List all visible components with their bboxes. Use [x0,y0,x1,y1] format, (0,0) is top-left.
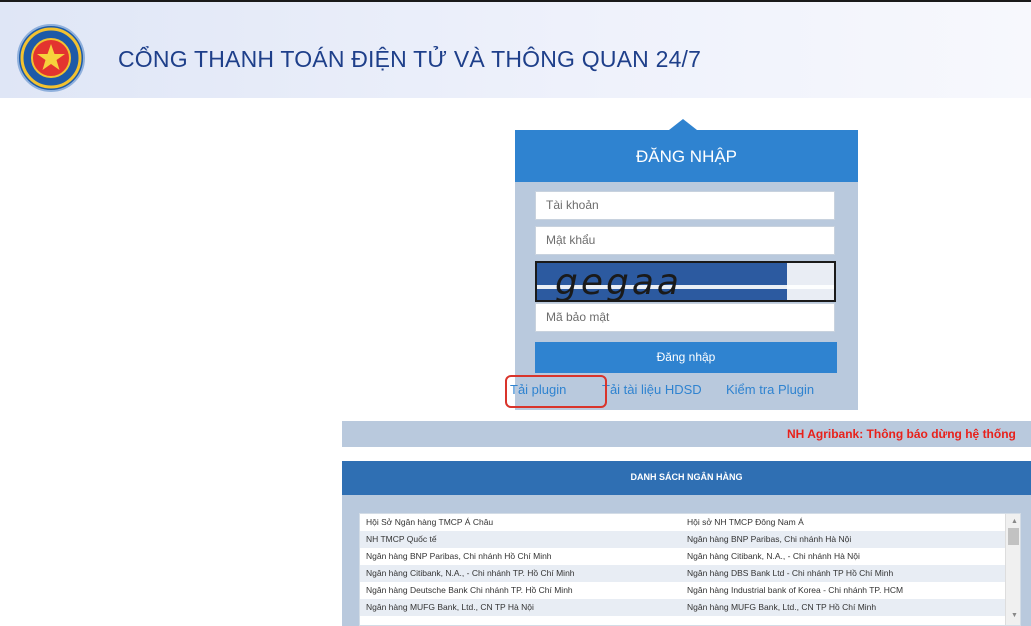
notice-text: NH Agribank: Thông báo dừng hệ thống [787,427,1016,441]
captcha-input[interactable]: Mã bảo mật [535,303,835,332]
captcha-image: gegaa [535,261,836,302]
bank-cell: Ngân hàng Citibank, N.A., - Chi nhánh Hà… [687,551,860,561]
bank-cell: Ngân hàng Citibank, N.A., - Chi nhánh TP… [366,568,575,578]
site-title: CỔNG THANH TOÁN ĐIỆN TỬ VÀ THÔNG QUAN 24… [118,46,702,72]
table-row[interactable]: Ngân hàng MUFG Bank, Ltd., CN TP Hà Nội … [360,599,1005,616]
login-header: ĐĂNG NHẬP [515,130,858,182]
table-row[interactable]: NH TMCP Quốc tế Ngân hàng BNP Paribas, C… [360,531,1005,548]
scroll-down-icon[interactable]: ▼ [1011,612,1018,619]
bank-list-title: DANH SÁCH NGÂN HÀNG [630,472,743,482]
bank-list-panel: DANH SÁCH NGÂN HÀNG Hội Sở Ngân hàng TMC… [342,461,1031,626]
login-pointer [669,119,697,130]
notice-marquee: NH Agribank: Thông báo dừng hệ thống [342,421,1031,447]
captcha-text: gegaa [555,263,682,300]
username-input[interactable]: Tài khoản [535,191,835,220]
bank-list-header: DANH SÁCH NGÂN HÀNG [342,461,1031,495]
login-panel: ĐĂNG NHẬP Tài khoản Mật khẩu gegaa Mã bả… [510,130,858,410]
bank-cell: NH TMCP Quốc tế [366,534,437,544]
bank-cell: Ngân hàng BNP Paribas, Chi nhánh Hà Nội [687,534,852,544]
bank-cell: Ngân hàng Industrial bank of Korea - Chi… [687,585,904,595]
bank-cell: Ngân hàng MUFG Bank, Ltd., CN TP Hà Nội [366,602,534,612]
check-plugin-link[interactable]: Kiểm tra Plugin [726,382,814,397]
bank-cell: Ngân hàng BNP Paribas, Chi nhánh Hồ Chí … [366,551,552,561]
highlight-annotation [505,375,607,408]
password-input[interactable]: Mật khẩu [535,226,835,255]
table-row[interactable]: Ngân hàng Citibank, N.A., - Chi nhánh TP… [360,565,1005,582]
table-row[interactable]: Ngân hàng Deutsche Bank Chi nhánh TP. Hồ… [360,582,1005,599]
bank-cell: Hội Sở Ngân hàng TMCP Á Châu [366,517,494,527]
bank-cell: Ngân hàng DBS Bank Ltd - Chi nhánh TP Hồ… [687,568,894,578]
bank-cell: Ngân hàng Deutsche Bank Chi nhánh TP. Hồ… [366,585,573,595]
download-guide-link[interactable]: Tải tài liệu HDSD [602,382,702,397]
table-row[interactable]: Hội Sở Ngân hàng TMCP Á Châu Hội sở NH T… [360,514,1005,531]
login-button[interactable]: Đăng nhập [535,342,837,373]
bank-cell: Ngân hàng MUFG Bank, Ltd., CN TP Hồ Chí … [687,602,877,612]
scroll-thumb[interactable] [1008,528,1019,545]
customs-emblem-icon [17,24,85,92]
table-scrollbar[interactable]: ▲ ▼ [1005,514,1020,625]
site-header: CỔNG THANH TOÁN ĐIỆN TỬ VÀ THÔNG QUAN 24… [0,2,1031,98]
table-row[interactable]: Ngân hàng BNP Paribas, Chi nhánh Hồ Chí … [360,548,1005,565]
bank-table: Hội Sở Ngân hàng TMCP Á Châu Hội sở NH T… [359,513,1021,626]
login-title: ĐĂNG NHẬP [635,147,738,166]
bank-cell: Hội sở NH TMCP Đông Nam Á [687,517,804,527]
scroll-up-icon[interactable]: ▲ [1011,518,1018,525]
